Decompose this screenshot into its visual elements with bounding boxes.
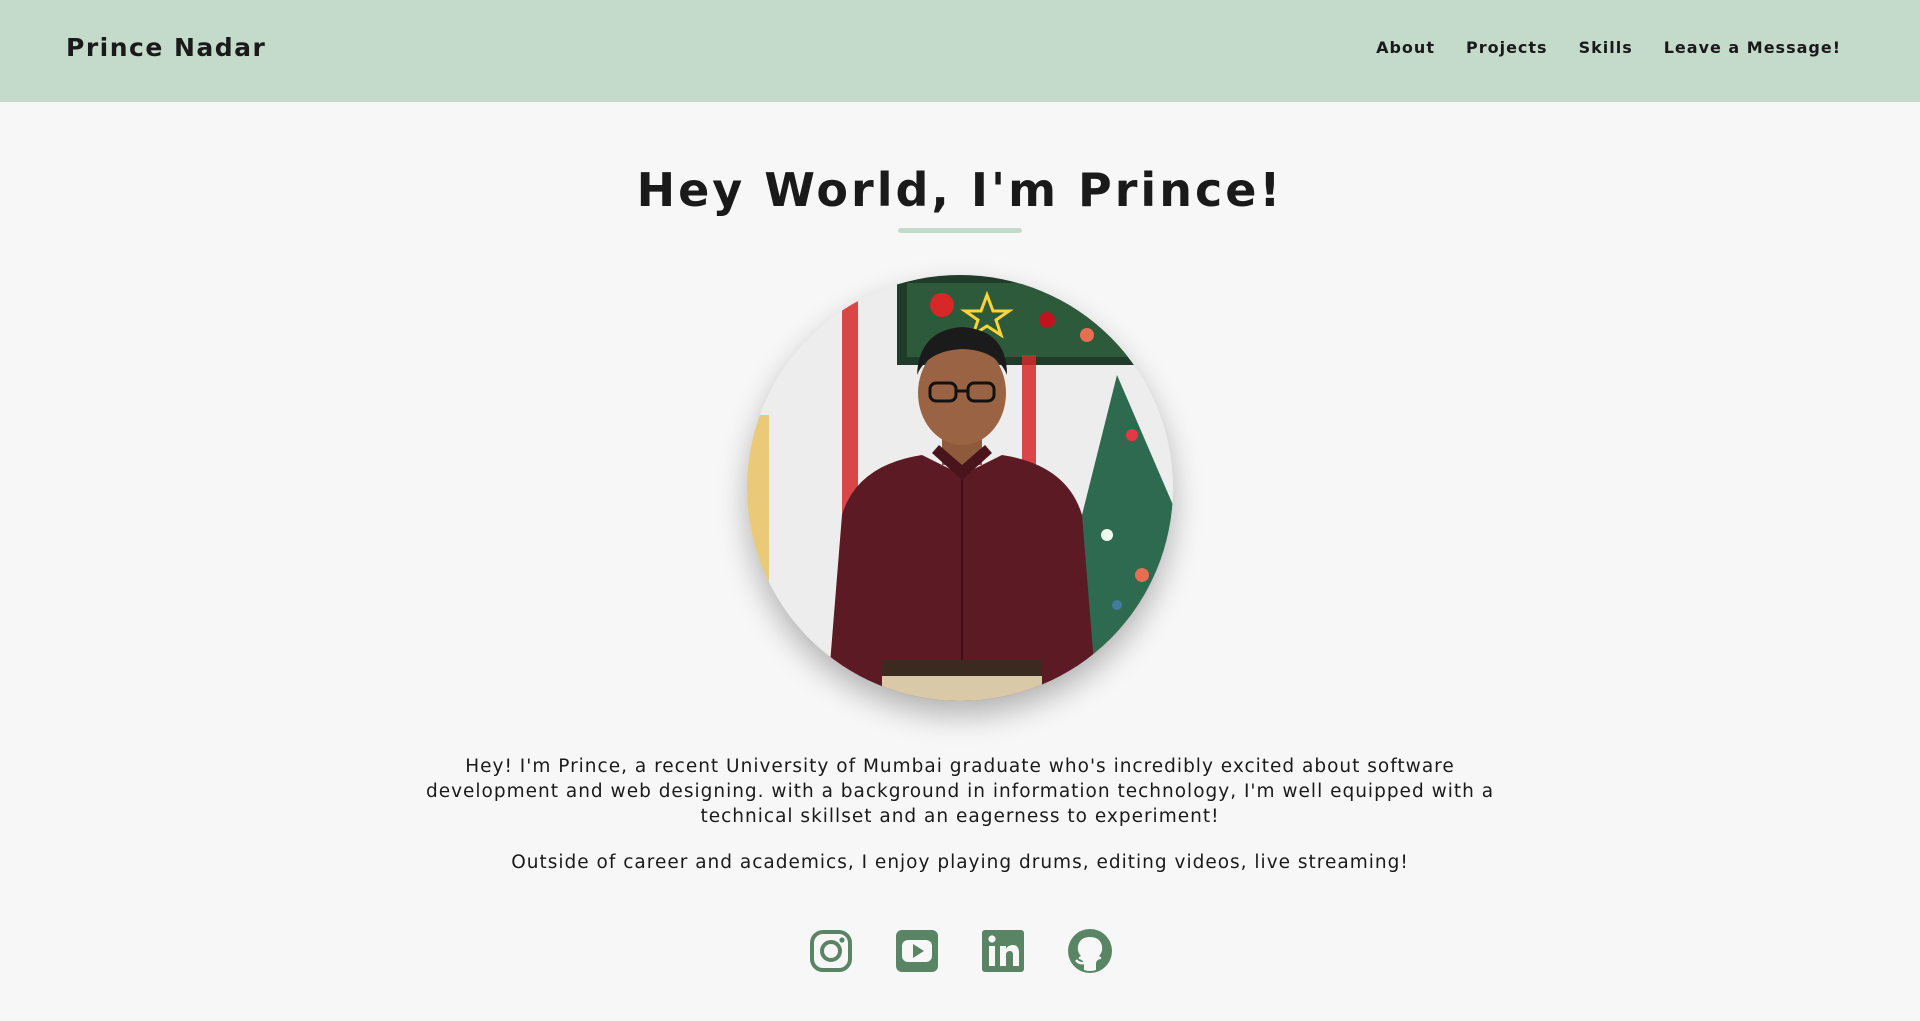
- nav-link-leave-message[interactable]: Leave a Message!: [1664, 36, 1841, 60]
- brand-link[interactable]: Prince Nadar: [66, 30, 266, 66]
- bio-paragraph-1: Hey! I'm Prince, a recent University of …: [425, 756, 1495, 827]
- instagram-icon[interactable]: [809, 928, 853, 974]
- nav-link-about[interactable]: About: [1376, 36, 1435, 60]
- nav-link-projects[interactable]: Projects: [1466, 36, 1548, 60]
- nav-link-skills[interactable]: Skills: [1579, 36, 1633, 60]
- github-icon[interactable]: [1067, 928, 1112, 974]
- nav-links: About Projects Skills Leave a Message!: [1376, 36, 1841, 60]
- page-title: Hey World, I'm Prince!: [636, 163, 1284, 217]
- bio-paragraph-2: Outside of career and academics, I enjoy…: [511, 852, 1409, 873]
- profile-photo: [747, 275, 1173, 701]
- social-links: [0, 928, 1920, 974]
- youtube-icon[interactable]: [895, 928, 939, 974]
- navbar: Prince Nadar About Projects Skills Leave…: [0, 0, 1920, 102]
- title-underline: [898, 228, 1022, 233]
- linkedin-icon[interactable]: [981, 928, 1025, 974]
